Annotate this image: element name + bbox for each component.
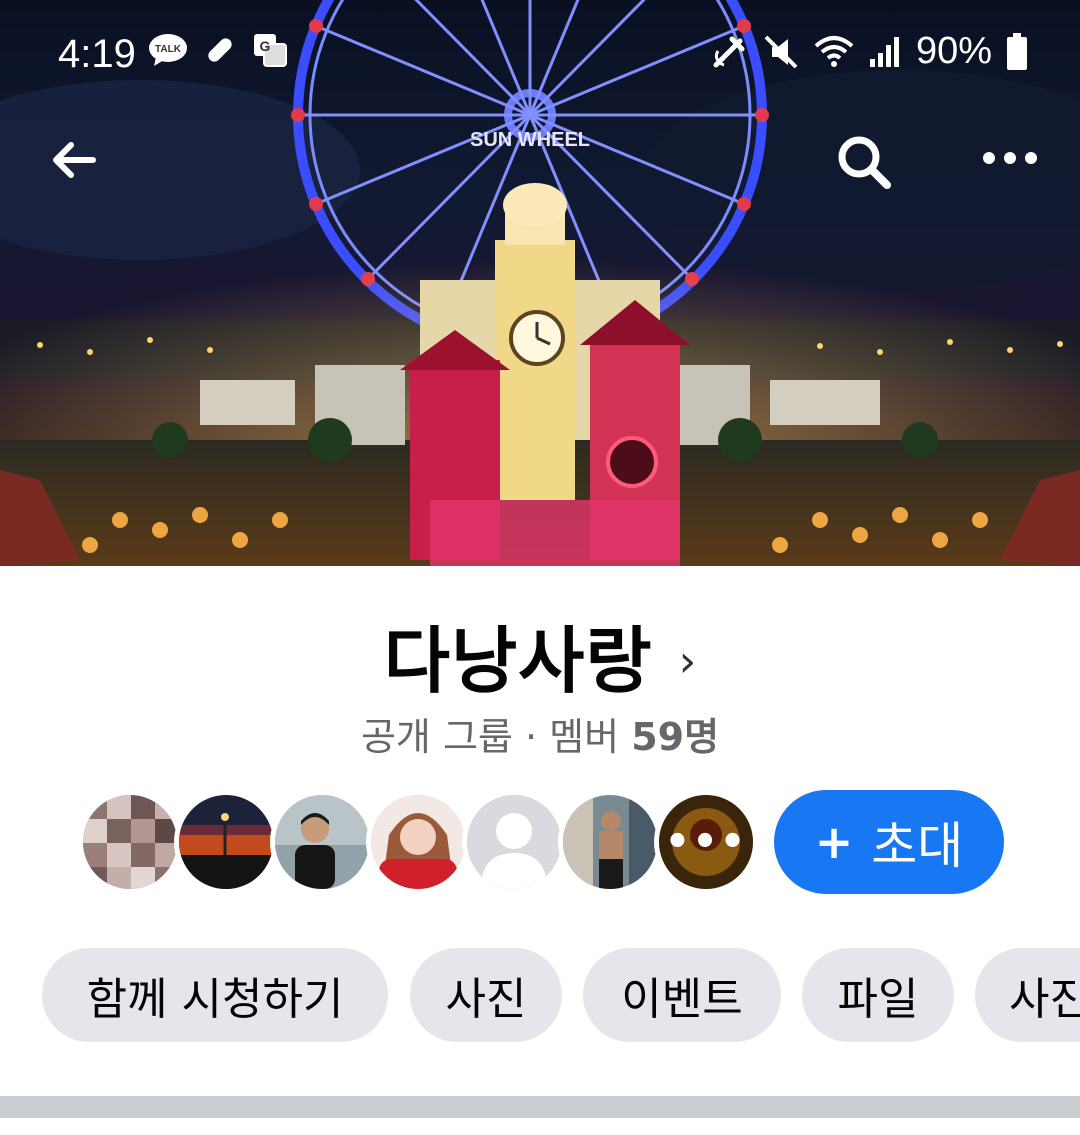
chip-label: 사진 xyxy=(1009,974,1080,1025)
status-bar: 4:19 TALK G 90% xyxy=(0,18,1080,88)
chip-photos-2[interactable]: 사진 xyxy=(975,948,1080,1042)
group-tabs: 함께 시청하기 사진 이벤트 파일 사진 xyxy=(42,948,1080,1042)
chip-label: 이벤트 xyxy=(621,974,743,1025)
chip-watch-together[interactable]: 함께 시청하기 xyxy=(42,948,388,1042)
meta-separator: · xyxy=(524,715,538,759)
plus-icon: + xyxy=(814,815,854,869)
nfc-icon xyxy=(713,36,745,67)
chip-files[interactable]: 파일 xyxy=(802,948,954,1042)
back-button[interactable] xyxy=(42,128,106,192)
status-icons-left: TALK G xyxy=(148,32,288,68)
avatar-default[interactable] xyxy=(462,790,566,894)
avatar-collage[interactable] xyxy=(78,790,182,894)
mute-icon xyxy=(764,35,798,68)
more-horizontal-icon xyxy=(983,152,1037,164)
status-icons-right: 90% xyxy=(710,30,1028,73)
battery-percent: 90% xyxy=(915,30,992,72)
section-divider xyxy=(0,1096,1080,1118)
group-privacy: 공개 그룹 xyxy=(360,715,513,759)
battery-icon xyxy=(1007,32,1027,70)
chip-events[interactable]: 이벤트 xyxy=(583,948,781,1042)
pill-icon xyxy=(208,38,232,62)
chevron-right-icon: › xyxy=(678,635,697,687)
search-button[interactable] xyxy=(826,124,902,200)
avatar-more[interactable]: ••• xyxy=(654,790,758,894)
members-count: 59명 xyxy=(631,715,720,759)
member-avatars[interactable]: ••• xyxy=(78,790,778,894)
group-title-row[interactable]: 다낭사랑 › xyxy=(0,604,1080,704)
search-icon xyxy=(838,136,891,189)
chip-photos[interactable]: 사진 xyxy=(410,948,562,1042)
group-name: 다낭사랑 xyxy=(383,618,653,703)
chip-label: 함께 시청하기 xyxy=(86,974,344,1025)
more-options-button[interactable] xyxy=(972,130,1048,186)
avatar-gym[interactable] xyxy=(558,790,662,894)
avatar-woman-red[interactable] xyxy=(366,790,470,894)
signal-icon xyxy=(869,36,899,67)
wifi-icon xyxy=(814,35,854,67)
invite-button[interactable]: + 초대 xyxy=(774,790,1004,894)
invite-label: 초대 xyxy=(871,817,964,875)
avatar-man-beach[interactable] xyxy=(270,790,374,894)
group-meta: 공개 그룹 · 멤버 59명 xyxy=(0,706,1080,761)
kakaotalk-icon: TALK xyxy=(149,34,187,66)
svg-text:TALK: TALK xyxy=(155,44,182,55)
avatar-sunset[interactable] xyxy=(174,790,278,894)
more-members-indicator: ••• xyxy=(659,795,753,889)
sun-wheel-sign: SUN WHEEL xyxy=(470,129,590,151)
members-label: 멤버 xyxy=(549,715,620,759)
svg-text:G: G xyxy=(260,38,271,54)
translate-icon: G xyxy=(254,34,287,67)
chip-label: 파일 xyxy=(837,974,919,1025)
status-time: 4:19 xyxy=(58,32,136,76)
chip-label: 사진 xyxy=(445,974,527,1025)
back-arrow-icon xyxy=(53,142,96,178)
cover-photo[interactable]: SUN WHEEL 4:19 TALK G 90% xyxy=(0,0,1080,566)
